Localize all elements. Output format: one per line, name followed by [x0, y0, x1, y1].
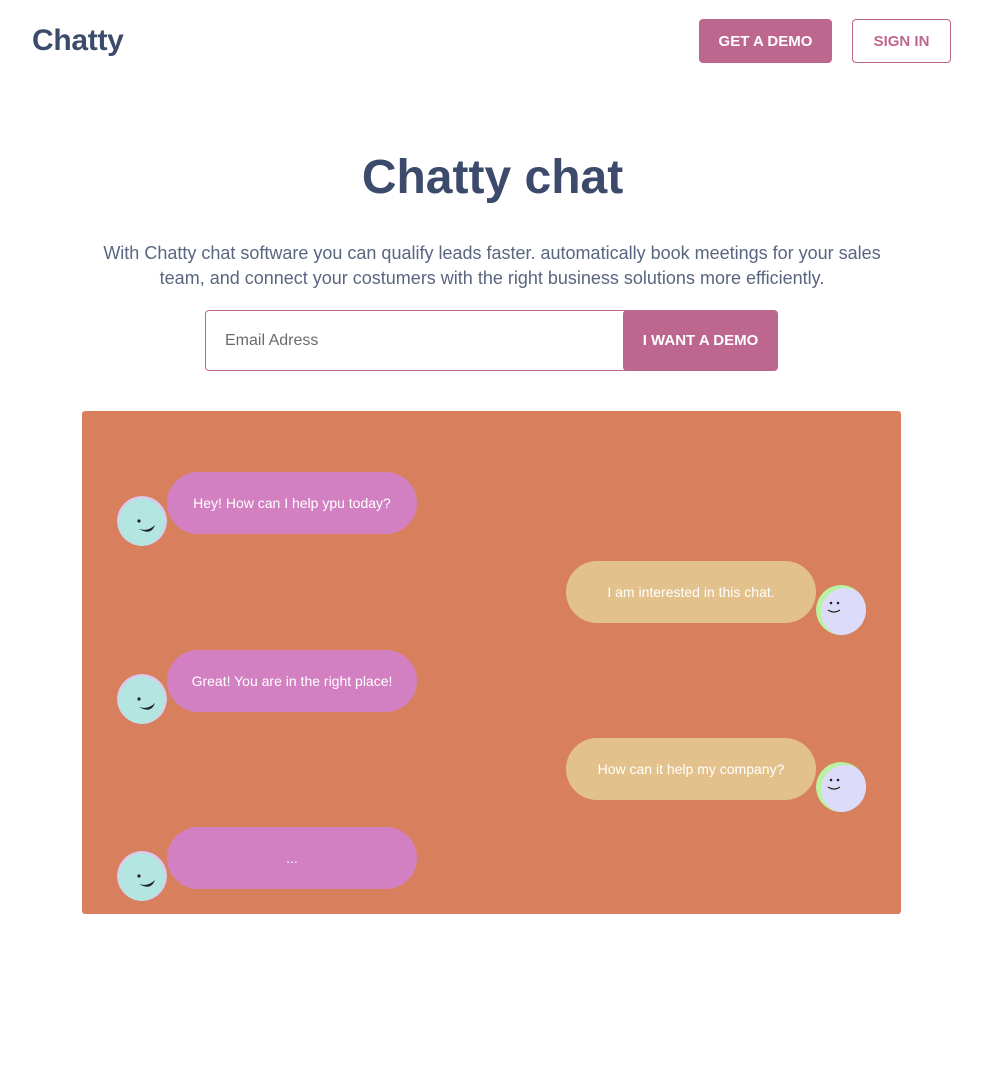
sign-in-button[interactable]: SIGN IN [852, 19, 951, 63]
bot-typing-bubble: ... [167, 827, 417, 889]
demo-form: I WANT A DEMO [205, 310, 778, 371]
user-avatar-icon [816, 585, 866, 635]
bot-avatar-icon [117, 674, 167, 724]
bot-avatar-icon [117, 496, 167, 546]
email-input[interactable] [205, 310, 635, 371]
chat-preview: Hey! How can I help ypu today? I am inte… [82, 411, 901, 914]
user-avatar-icon [816, 762, 866, 812]
bot-message-bubble: Great! You are in the right place! [167, 650, 417, 712]
user-message-bubble: I am interested in this chat. [566, 561, 816, 623]
bot-message-bubble: Hey! How can I help ypu today? [167, 472, 417, 534]
get-demo-button[interactable]: GET A DEMO [699, 19, 832, 63]
want-demo-button[interactable]: I WANT A DEMO [623, 310, 778, 371]
hero-subtitle: With Chatty chat software you can qualif… [103, 243, 881, 288]
bot-avatar-icon [117, 851, 167, 901]
hero-title: Chatty chat [361, 151, 624, 204]
user-message-bubble: How can it help my company? [566, 738, 816, 800]
site-header: Chatty GET A DEMO SIGN IN [0, 0, 985, 84]
logo[interactable]: Chatty [32, 24, 124, 58]
